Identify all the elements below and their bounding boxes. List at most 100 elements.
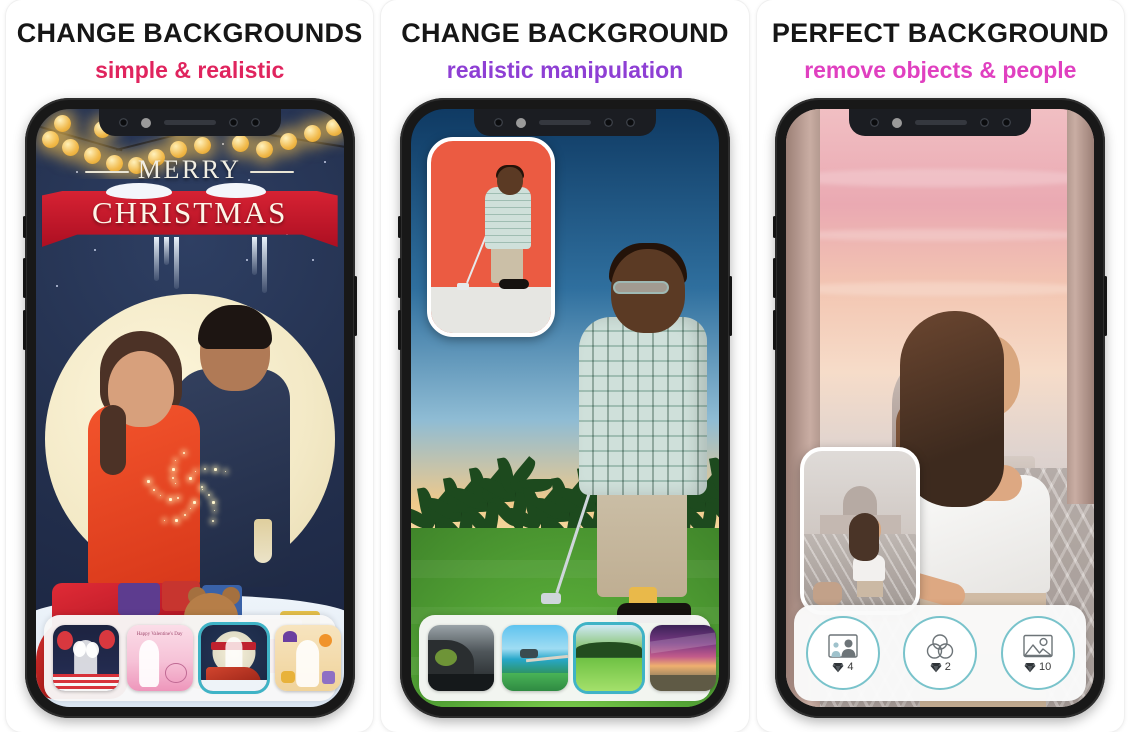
phone-screen-golf (410, 109, 719, 707)
power-button[interactable] (728, 276, 732, 336)
power-button[interactable] (353, 276, 357, 336)
thumbnail-patriotic-template[interactable] (52, 625, 119, 691)
tool-cost-value: 4 (847, 660, 854, 673)
woman-hair-strand (99, 405, 126, 475)
volume-down-button[interactable] (397, 310, 401, 350)
thumbnail-label: Happy Valentine's Day (136, 631, 183, 637)
witch-hat-decor (321, 671, 335, 684)
thumbnail-cave-background[interactable] (427, 625, 494, 691)
tool-cost: 4 (832, 660, 854, 673)
christmas-banner-text: CHRISTMAS (91, 195, 288, 230)
grass-foreground (501, 672, 568, 691)
tool-cost-value: 10 (1039, 660, 1052, 673)
snow-cap (105, 183, 172, 199)
thumbnail-beach-pier-background[interactable] (501, 625, 568, 691)
phone-screen-christmas: MERRY CHRISTMAS Happy Valentine's Day (35, 109, 344, 707)
mute-switch[interactable] (397, 216, 401, 238)
gift-box (117, 583, 160, 615)
gem-icon (832, 662, 844, 672)
ambient-sensor-icon (229, 118, 239, 127)
original-photo-preview[interactable] (800, 447, 921, 615)
ambient-sensor-icon (604, 118, 614, 127)
front-camera-icon (141, 117, 152, 128)
golfer-glasses (612, 281, 669, 294)
volume-up-button[interactable] (22, 258, 26, 298)
mini-pants (490, 244, 523, 283)
proximity-sensor-icon (869, 118, 879, 127)
icicle (153, 237, 159, 281)
screenshot-card-change-backgrounds: CHANGE BACKGROUNDS simple & realistic ME… (6, 0, 374, 732)
image-retouch-tool[interactable]: 10 (1000, 616, 1075, 690)
volume-up-button[interactable] (773, 258, 777, 298)
template-thumbnail-strip[interactable]: Happy Valentine's Day (43, 615, 341, 701)
earpiece-speaker (914, 120, 967, 125)
decor-rule-right (250, 171, 295, 174)
dot-projector-icon (1001, 118, 1011, 127)
mini-golfer-cutout (456, 164, 533, 291)
phone-mockup-3: 4 2 10 (773, 98, 1108, 718)
cloud-streak (649, 632, 716, 654)
proximity-sensor-icon (119, 118, 129, 127)
thumbnail-purple-sunset-background[interactable] (649, 625, 716, 691)
tool-cost: 10 (1024, 661, 1051, 673)
mini-woman-cutout (849, 509, 889, 597)
bicycle-decor (164, 663, 188, 684)
page-title: CHANGE BACKGROUNDS (16, 18, 363, 48)
front-camera-icon (516, 117, 527, 128)
sky-streak (786, 168, 1095, 187)
power-button[interactable] (1104, 276, 1108, 336)
volume-down-button[interactable] (22, 310, 26, 350)
mute-switch[interactable] (22, 216, 26, 238)
earpiece-speaker (539, 120, 592, 125)
thumbnail-valentines-template[interactable]: Happy Valentine's Day (126, 625, 193, 691)
man-hair (197, 305, 272, 349)
phone-body (397, 98, 732, 718)
tool-cost: 2 (930, 661, 951, 673)
page-subtitle: realistic manipulation (446, 57, 684, 83)
icicle (261, 237, 267, 293)
page-subtitle: simple & realistic (95, 57, 285, 83)
phone-mockup-1: MERRY CHRISTMAS Happy Valentine's Day (22, 98, 357, 718)
front-camera-icon (891, 117, 902, 128)
mini-jacket (484, 186, 531, 249)
gem-icon (930, 662, 942, 672)
original-photo-preview[interactable] (426, 137, 555, 337)
thumbnail-golf-course-background[interactable] (575, 625, 642, 691)
person-silhouette (295, 639, 320, 688)
golfer-pants (596, 485, 687, 597)
page-title: CHANGE BACKGROUND (401, 18, 729, 48)
candy-decor (280, 671, 295, 683)
proximity-sensor-icon (494, 118, 504, 127)
three-circles-icon (925, 633, 955, 659)
mini-hair (849, 512, 880, 561)
replace-background-tool[interactable]: 4 (805, 616, 880, 690)
color-filter-tool[interactable]: 2 (903, 616, 978, 690)
sky-streak (786, 228, 1095, 241)
phone-notch (473, 109, 656, 136)
moss (434, 648, 458, 666)
editor-tool-bar[interactable]: 4 2 10 (794, 605, 1087, 701)
page-subtitle: remove objects & people (804, 57, 1077, 83)
person-silhouette (139, 639, 159, 688)
volume-up-button[interactable] (397, 258, 401, 298)
flag-stripes (52, 673, 119, 691)
merry-text: MERRY (36, 155, 344, 185)
screenshot-card-perfect-background: PERFECT BACKGROUND remove objects & peop… (756, 0, 1124, 732)
thumbnail-halloween-template[interactable] (274, 625, 341, 691)
thumbnail-christmas-template[interactable] (200, 625, 267, 691)
mute-switch[interactable] (773, 216, 777, 238)
screenshot-card-change-background: CHANGE BACKGROUND realistic manipulation (381, 0, 749, 732)
tree-line (575, 642, 642, 657)
shore-rocks (649, 675, 716, 691)
bat-decor (282, 631, 297, 642)
earpiece-speaker (164, 120, 217, 125)
icicle (163, 237, 169, 265)
phone-body: MERRY CHRISTMAS Happy Valentine's Day (22, 98, 357, 718)
volume-down-button[interactable] (773, 310, 777, 350)
photo-person-icon (828, 633, 858, 658)
person-silhouette (225, 636, 243, 672)
mini-head (496, 166, 523, 195)
cave-floor (427, 673, 494, 691)
background-thumbnail-strip[interactable] (418, 615, 716, 701)
icicle (251, 237, 257, 275)
